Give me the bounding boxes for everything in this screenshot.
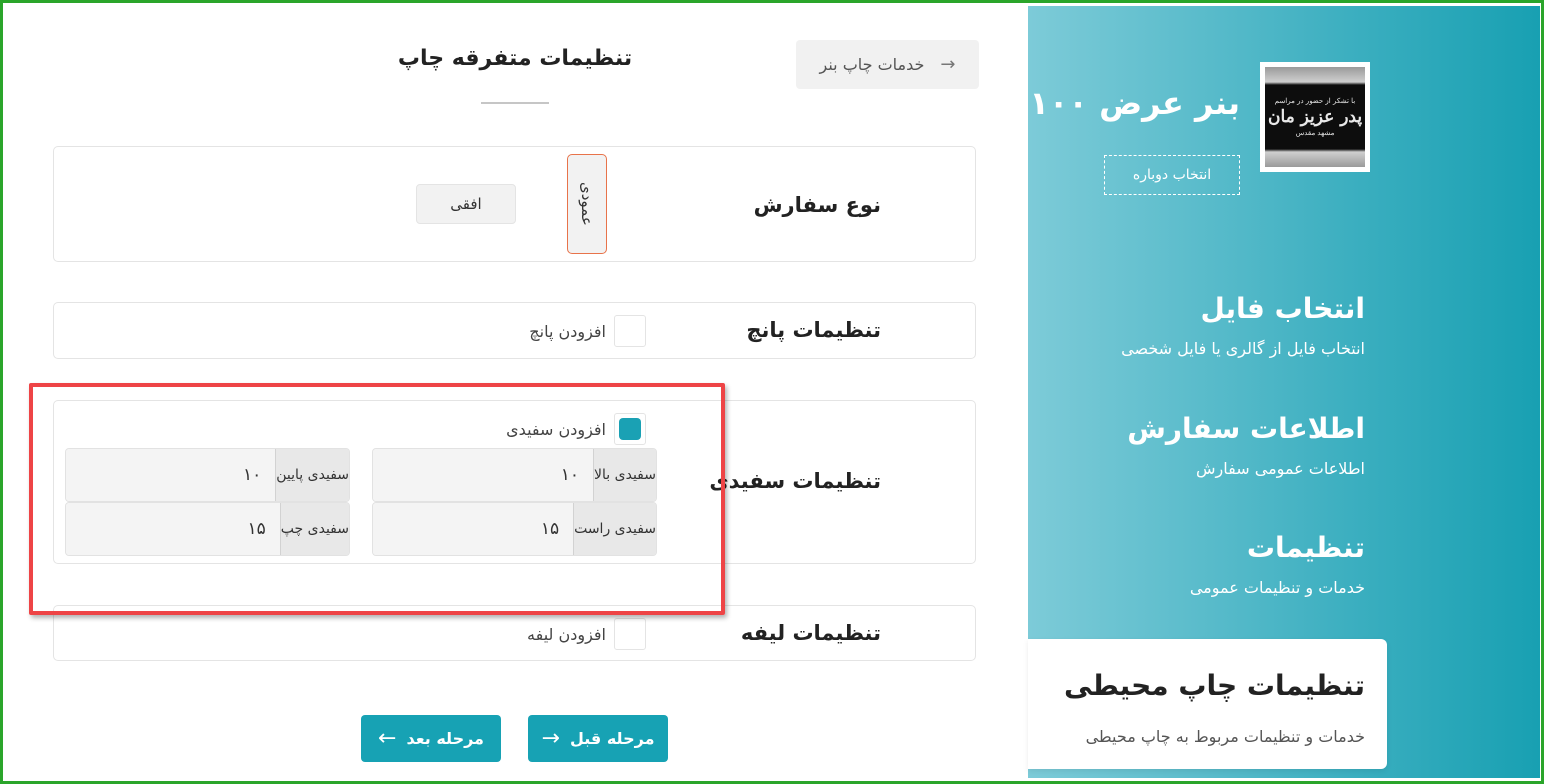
back-to-banner-services-button[interactable]: → خدمات چاپ بنر [796,40,979,89]
step-order-info[interactable]: اطلاعات سفارش اطلاعات عمومی سفارش [1127,412,1365,478]
step-title: تنظیمات چاپ محیطی [1064,669,1365,702]
wizard-sidebar: با تشکر از حضور در مراسم پدر عزیز مان مش… [1028,6,1540,778]
step-title: انتخاب فایل [1200,292,1365,325]
step-description: خدمات و تنظیمات عمومی [1189,578,1365,597]
step-select-file[interactable]: انتخاب فایل انتخاب فایل از گالری یا فایل… [1121,292,1365,358]
orientation-vertical-label: عمودی [578,182,596,226]
whitespace-bottom-input[interactable] [66,449,276,501]
whitespace-right-group: سفیدی راست [372,502,657,556]
whitespace-top-label: سفیدی بالا [593,449,656,501]
add-punch-label: افزودن پانچ [529,321,606,341]
add-leaf-toggle[interactable]: افزودن لیفه [527,618,646,650]
add-leaf-checkbox[interactable] [614,618,646,650]
add-whitespace-toggle[interactable]: افزودن سفیدی [506,413,646,445]
order-type-card: نوع سفارش عمودی افقی [53,146,976,262]
product-title: بنر عرض ۱۰۰ [1029,84,1240,122]
next-step-label: مرحله بعد [406,729,484,748]
punch-settings-card: تنظیمات پانچ افزودن پانچ [53,302,976,359]
back-button-label: خدمات چاپ بنر [819,55,925,74]
step-title: تنظیمات [1246,531,1365,564]
whitespace-top-input[interactable] [373,449,594,501]
orientation-horizontal-option[interactable]: افقی [416,184,516,224]
next-step-button[interactable]: مرحله بعد ← [361,715,501,762]
whitespace-right-label: سفیدی راست [573,503,656,555]
step-title: اطلاعات سفارش [1127,412,1365,445]
whitespace-top-group: سفیدی بالا [372,448,657,502]
step-settings[interactable]: تنظیمات خدمات و تنظیمات عمومی [1190,531,1365,597]
leaf-settings-card: تنظیمات لیفه افزودن لیفه [53,605,976,661]
add-punch-toggle[interactable]: افزودن پانچ [529,315,646,347]
arrow-right-icon: → [940,54,956,75]
order-type-label: نوع سفارش [753,193,881,217]
previous-step-label: مرحله قبل [569,729,655,748]
whitespace-left-group: سفیدی چپ [65,502,350,556]
step-description: اطلاعات عمومی سفارش [1196,459,1365,478]
step-description: انتخاب فایل از گالری یا فایل شخصی [1121,339,1365,358]
add-punch-checkbox[interactable] [614,315,646,347]
whitespace-left-input[interactable] [66,503,280,555]
whitespace-bottom-group: سفیدی پایین [65,448,350,502]
previous-step-button[interactable]: مرحله قبل → [528,715,668,762]
whitespace-settings-label: تنظیمات سفیدی [709,469,881,493]
title-underline [481,102,549,104]
checkbox-checked-mark [619,418,641,440]
whitespace-bottom-label: سفیدی پایین [275,449,349,501]
orientation-vertical-option[interactable]: عمودی [567,154,607,254]
banner-preview-image: با تشکر از حضور در مراسم پدر عزیز مان مش… [1265,67,1365,167]
whitespace-settings-card: تنظیمات سفیدی افزودن سفیدی سفیدی بالا سف… [53,400,976,564]
product-thumbnail: با تشکر از حضور در مراسم پدر عزیز مان مش… [1260,62,1370,172]
leaf-settings-label: تنظیمات لیفه [740,621,881,645]
step-outdoor-print-settings[interactable]: تنظیمات چاپ محیطی خدمات و تنظیمات مربوط … [1028,639,1387,769]
add-leaf-label: افزودن لیفه [527,624,606,644]
reselect-button[interactable]: انتخاب دوباره [1104,155,1240,195]
punch-settings-label: تنظیمات پانچ [746,318,881,342]
whitespace-right-input[interactable] [373,503,574,555]
arrow-left-icon: ← [378,726,397,751]
step-description: خدمات و تنظیمات مربوط به چاپ محیطی [1085,727,1365,746]
page-title: تنظیمات متفرقه چاپ [397,46,633,71]
whitespace-left-label: سفیدی چپ [279,503,349,555]
add-whitespace-label: افزودن سفیدی [506,419,606,439]
add-whitespace-checkbox[interactable] [614,413,646,445]
arrow-right-icon: → [541,726,560,751]
